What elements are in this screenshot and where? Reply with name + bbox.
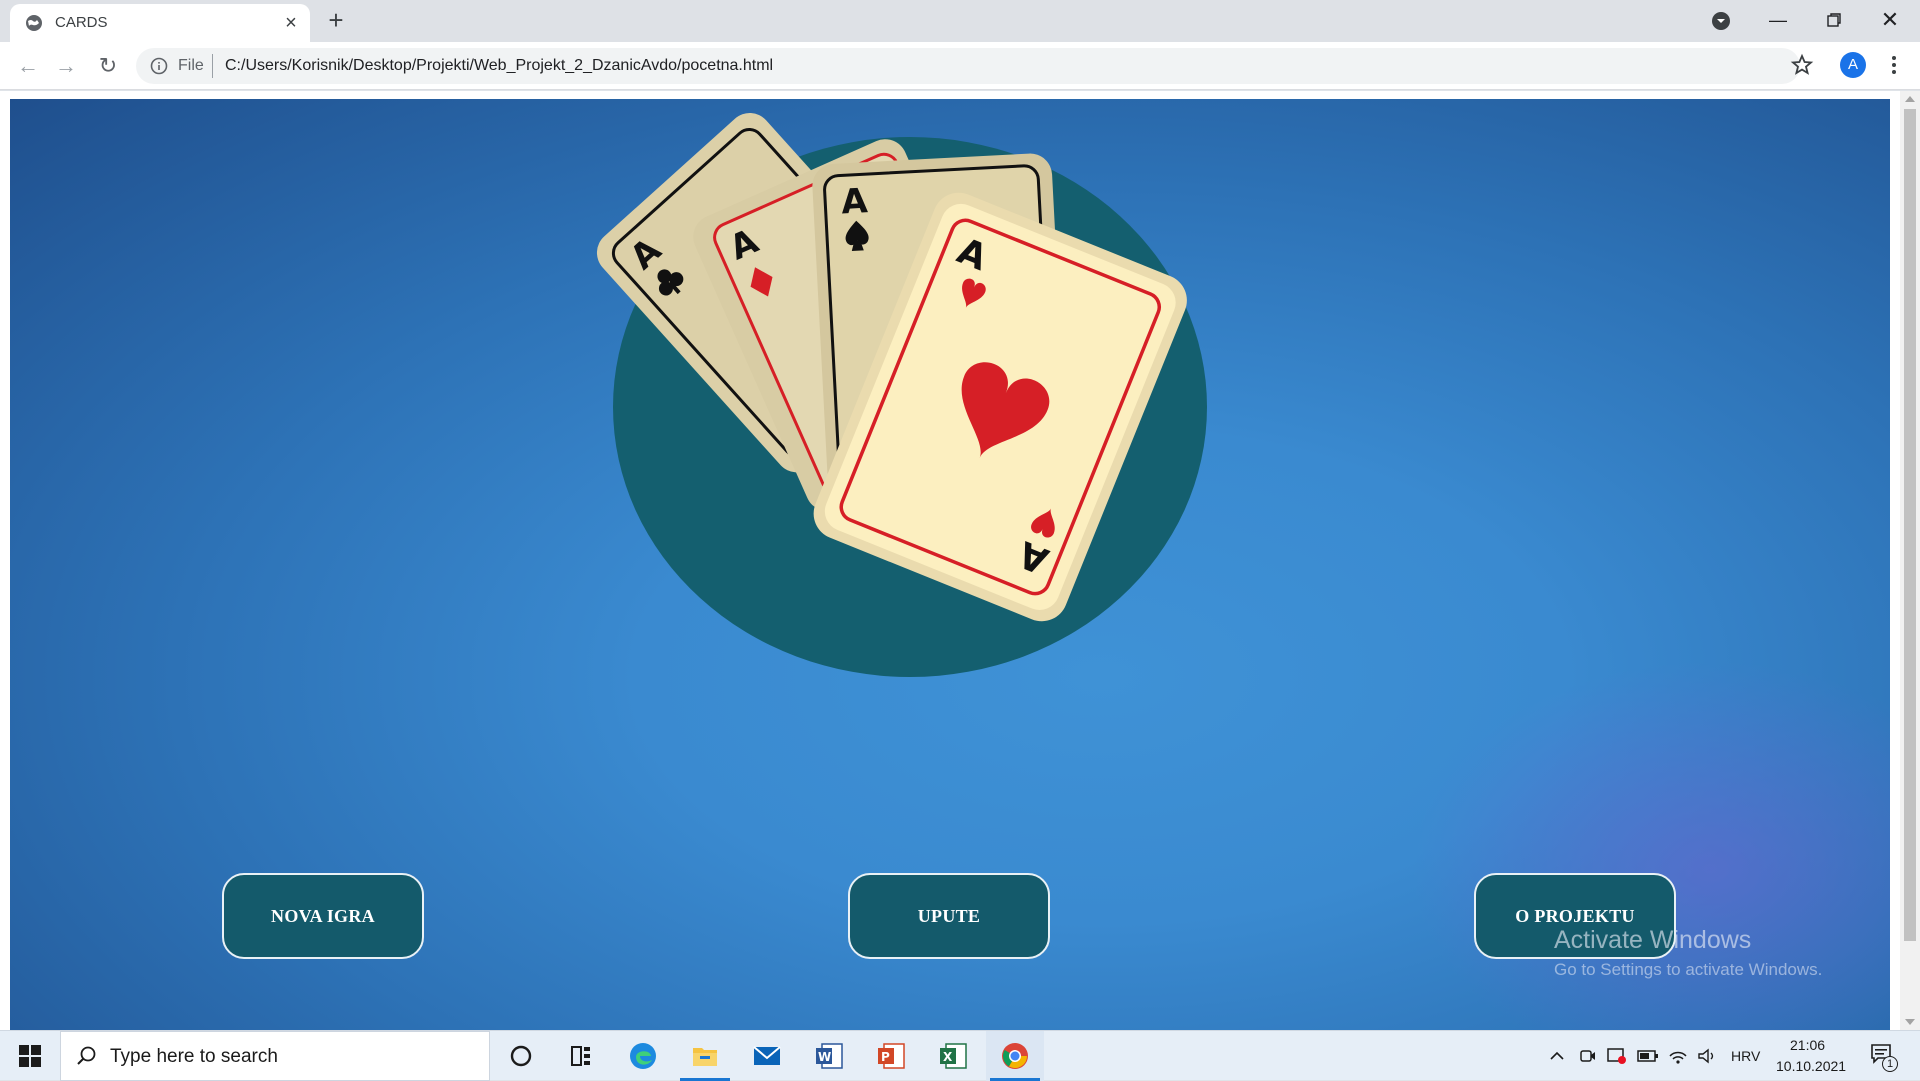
- svg-text:W: W: [818, 1050, 831, 1064]
- back-arrow-icon[interactable]: ←: [14, 52, 42, 80]
- tab-close-icon[interactable]: ×: [280, 12, 302, 34]
- input-language[interactable]: HRV: [1731, 1048, 1760, 1064]
- restore-icon[interactable]: [1814, 6, 1854, 34]
- globe-icon: [26, 15, 42, 31]
- tab-cards[interactable]: CARDS ×: [10, 4, 310, 42]
- upute-button[interactable]: UPUTE: [848, 873, 1050, 959]
- profile-avatar[interactable]: A: [1840, 52, 1866, 78]
- omnibox-scheme: File: [178, 57, 204, 74]
- svg-text:A: A: [840, 181, 869, 222]
- search-placeholder: Type here to search: [110, 1046, 278, 1067]
- tab-strip: CARDS × + — ✕: [0, 0, 1920, 42]
- page-viewport: A A A A A NOVA IGRA UPUTE O PROJEKTU: [0, 91, 1920, 1030]
- bookmark-star-icon[interactable]: [1790, 53, 1814, 77]
- search-icon: [77, 1046, 96, 1065]
- vertical-scrollbar[interactable]: [1900, 91, 1920, 1030]
- file-explorer-icon[interactable]: [676, 1031, 734, 1081]
- meet-now-icon[interactable]: [1579, 1047, 1597, 1065]
- info-icon[interactable]: [150, 57, 168, 75]
- activation-watermark-title: Activate Windows: [1554, 926, 1752, 954]
- new-tab-button[interactable]: +: [322, 7, 350, 35]
- kebab-menu-icon[interactable]: [1884, 52, 1904, 78]
- notification-count: 1: [1882, 1056, 1898, 1072]
- mail-icon[interactable]: [738, 1031, 796, 1081]
- windows-logo-icon: [19, 1045, 41, 1067]
- word-icon[interactable]: W: [800, 1031, 858, 1081]
- start-button[interactable]: [0, 1031, 58, 1081]
- chevron-up-icon[interactable]: [1549, 1048, 1565, 1064]
- address-bar[interactable]: File C:/Users/Korisnik/Desktop/Projekti/…: [136, 48, 1800, 84]
- ace-cards-illustration: A A A A A: [596, 112, 1207, 677]
- edge-icon[interactable]: [614, 1031, 672, 1081]
- browser-toolbar: ← → ↻ File C:/Users/Korisnik/Desktop/Pro…: [0, 42, 1920, 90]
- scroll-down-arrow-icon[interactable]: [1905, 1019, 1915, 1025]
- reload-icon[interactable]: ↻: [94, 52, 122, 80]
- excel-icon[interactable]: X: [924, 1031, 982, 1081]
- scroll-thumb[interactable]: [1904, 109, 1916, 941]
- cortana-icon[interactable]: [492, 1031, 550, 1081]
- home-page: A A A A A NOVA IGRA UPUTE O PROJEKTU: [10, 99, 1890, 1030]
- clock-time[interactable]: 21:06: [1790, 1037, 1825, 1053]
- svg-text:P: P: [881, 1050, 890, 1064]
- taskbar-search-box[interactable]: Type here to search: [60, 1031, 490, 1081]
- powerpoint-icon[interactable]: P: [862, 1031, 920, 1081]
- clock-date[interactable]: 10.10.2021: [1776, 1058, 1846, 1074]
- nova-igra-button[interactable]: NOVA IGRA: [222, 873, 424, 959]
- volume-icon[interactable]: [1697, 1047, 1717, 1065]
- wifi-icon[interactable]: [1668, 1047, 1688, 1065]
- scroll-up-arrow-icon[interactable]: [1905, 96, 1915, 102]
- minimize-icon[interactable]: —: [1758, 6, 1798, 34]
- tab-search-icon[interactable]: [1710, 10, 1732, 32]
- close-window-icon[interactable]: ✕: [1870, 6, 1910, 34]
- omnibox-divider: [212, 54, 213, 78]
- url-text[interactable]: C:/Users/Korisnik/Desktop/Projekti/Web_P…: [225, 57, 773, 75]
- chrome-icon[interactable]: [986, 1031, 1044, 1081]
- battery-icon[interactable]: [1637, 1049, 1659, 1063]
- tab-title: CARDS: [55, 14, 108, 31]
- svg-text:X: X: [943, 1050, 953, 1064]
- task-view-icon[interactable]: [552, 1031, 610, 1081]
- activation-watermark-subtitle: Go to Settings to activate Windows.: [1554, 960, 1823, 979]
- forward-arrow-icon[interactable]: →: [52, 52, 80, 80]
- windows-taskbar: Type here to search W P X HRV 21:06 10.1…: [0, 1030, 1920, 1081]
- windows-update-icon[interactable]: [1607, 1047, 1627, 1065]
- action-center-button[interactable]: 1: [1868, 1041, 1904, 1073]
